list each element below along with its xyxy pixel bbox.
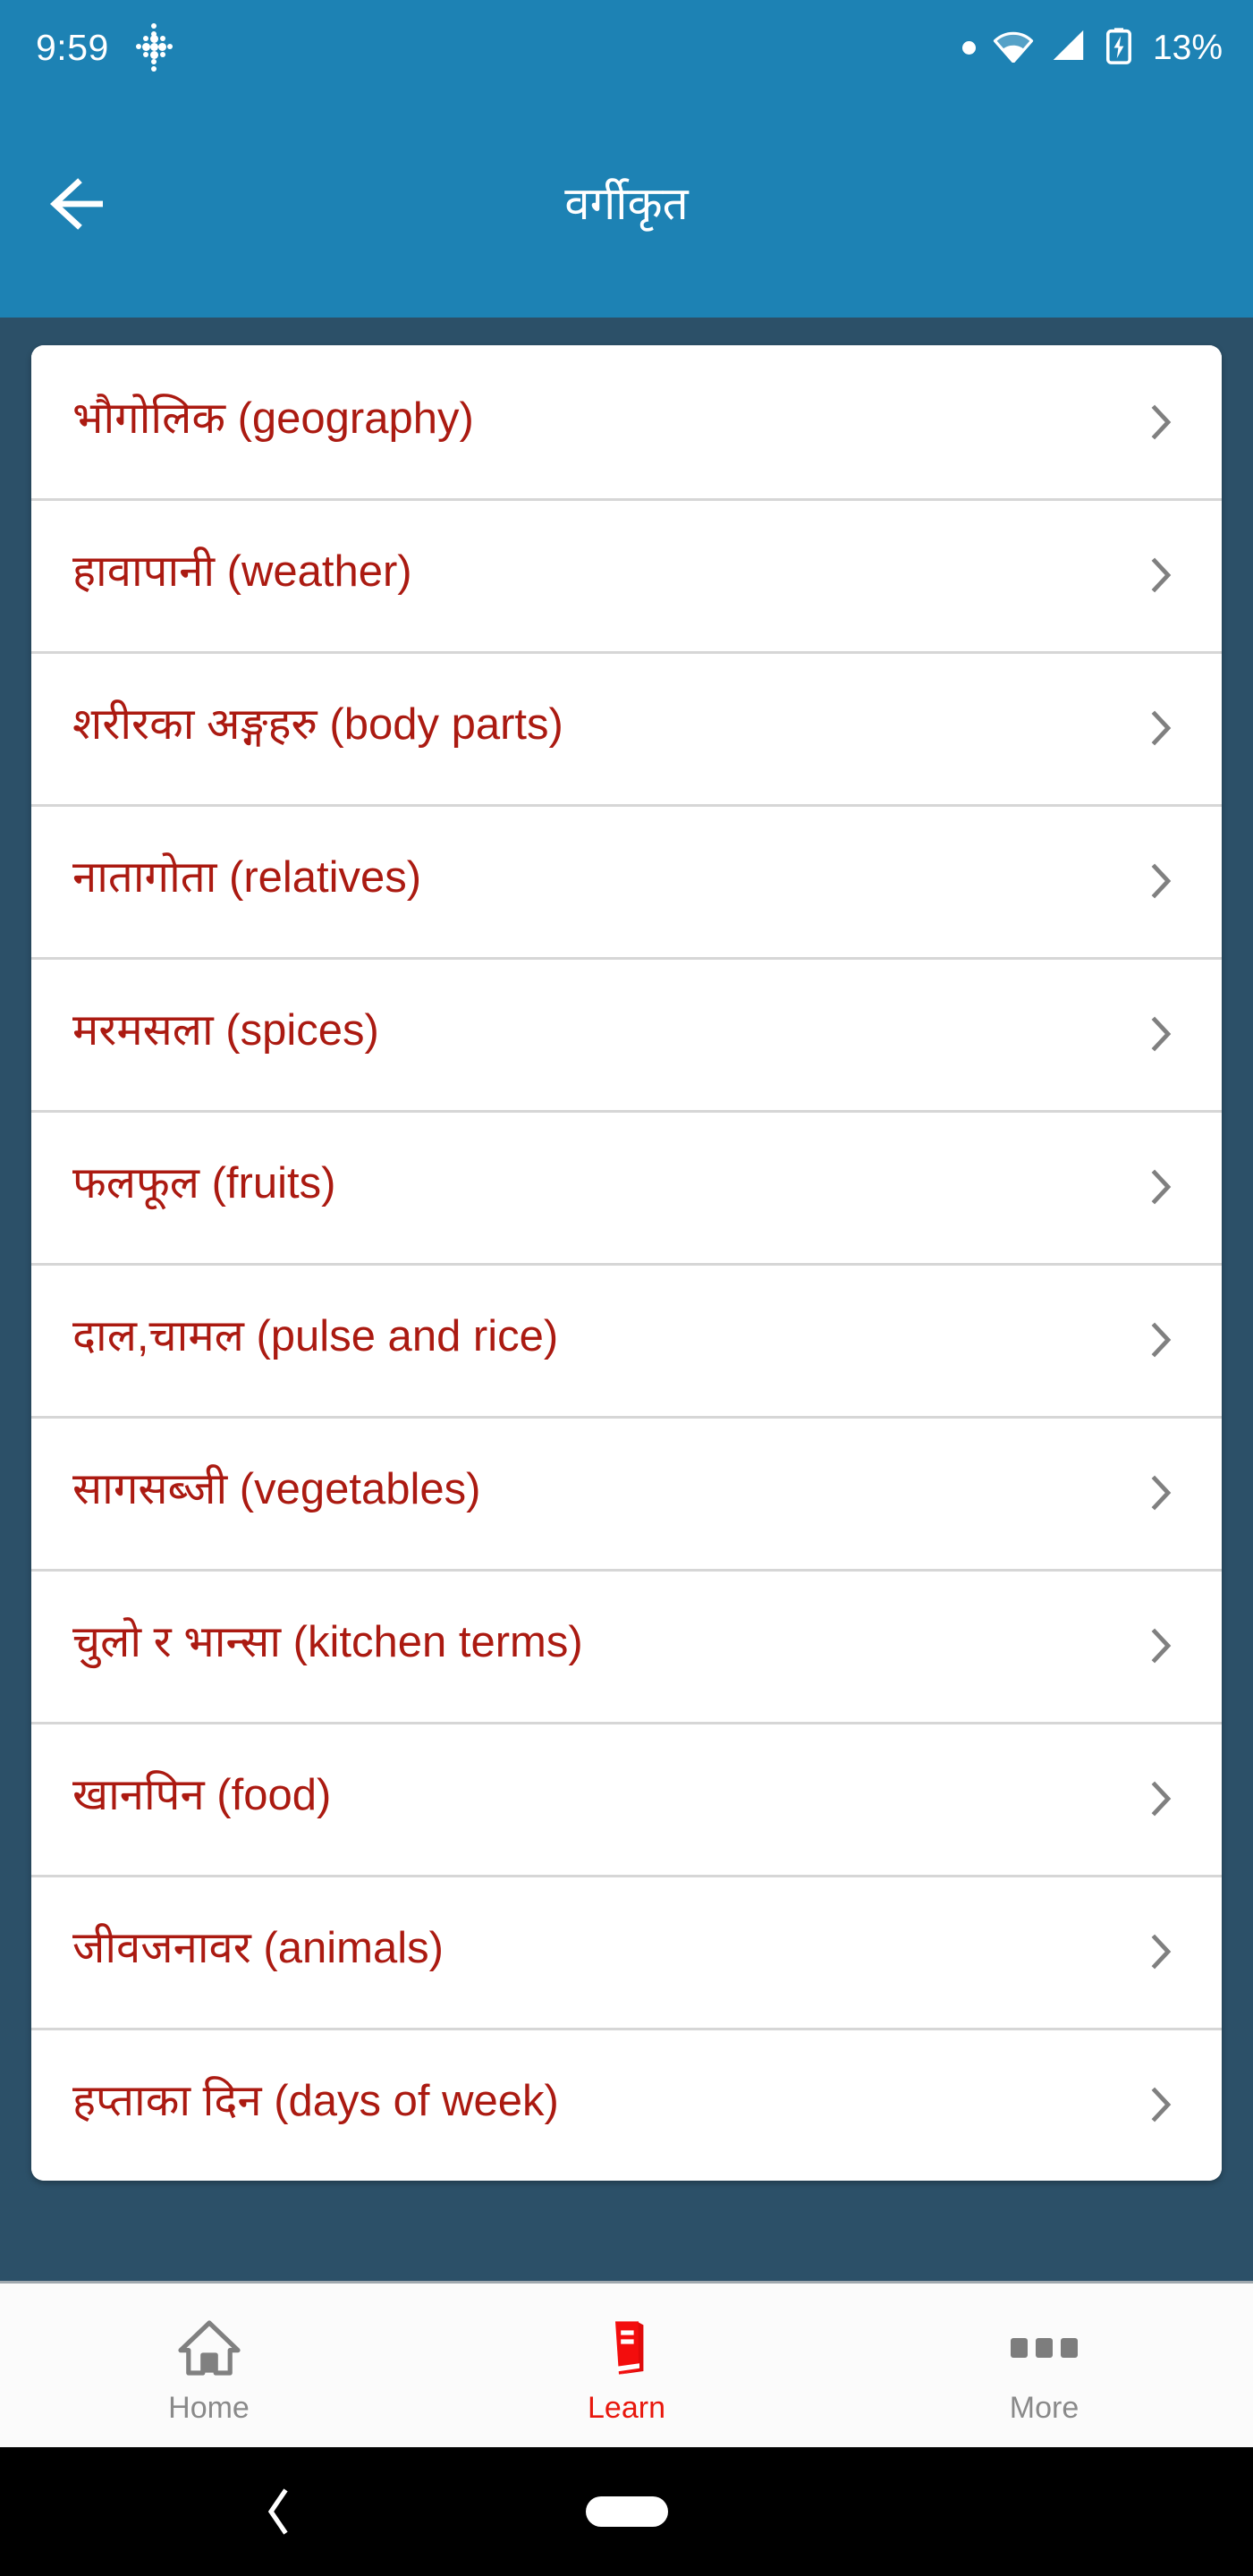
- category-list-item-label: सागसब्जी (vegetables): [72, 1464, 481, 1513]
- chevron-right-icon: [1141, 1932, 1181, 1971]
- more-dots-icon: [1011, 2316, 1078, 2380]
- tab-more-label: More: [1009, 2390, 1079, 2425]
- category-list-item-label: दाल,चामल (pulse and rice): [72, 1311, 559, 1360]
- category-card: भौगोलिक (geography) हावापानी (weather) शरी…: [31, 345, 1222, 2181]
- tab-more[interactable]: More: [835, 2284, 1253, 2447]
- home-pill-icon[interactable]: [585, 2496, 668, 2527]
- cellular-signal-icon: [1051, 29, 1088, 67]
- status-clock: 9:59: [36, 26, 109, 68]
- category-list-item[interactable]: भौगोलिक (geography): [31, 345, 1222, 498]
- dotted-diamond-icon: [134, 23, 174, 72]
- chevron-right-icon: [1141, 402, 1181, 442]
- tab-learn[interactable]: Learn: [418, 2284, 835, 2447]
- battery-charging-icon: [1105, 27, 1132, 69]
- chevron-right-icon: [1141, 708, 1181, 748]
- category-list-item[interactable]: फलफूल (fruits): [31, 1110, 1222, 1263]
- category-list-item[interactable]: सागसब्जी (vegetables): [31, 1416, 1222, 1569]
- book-icon: [595, 2316, 659, 2380]
- category-list-item-label: खानपिन (food): [72, 1770, 332, 1819]
- category-list-item-label: हावापानी (weather): [72, 547, 412, 596]
- battery-percent: 13%: [1152, 28, 1223, 67]
- category-list-item-label: मरमसला (spices): [72, 1005, 379, 1055]
- category-list-item[interactable]: नातागोता (relatives): [31, 804, 1222, 957]
- chevron-right-icon: [1141, 1473, 1181, 1513]
- more-dots-glyph: [1011, 2337, 1078, 2358]
- tab-home-label: Home: [168, 2390, 250, 2425]
- status-dot-icon: [961, 40, 976, 55]
- arrow-left-icon: [47, 176, 114, 236]
- chevron-right-icon: [1141, 1779, 1181, 1818]
- category-list-item[interactable]: दाल,चामल (pulse and rice): [31, 1263, 1222, 1416]
- back-button[interactable]: [38, 164, 123, 250]
- tab-learn-label: Learn: [588, 2390, 665, 2425]
- wifi-icon: [993, 29, 1034, 67]
- category-list-item-label: हप्ताका दिन (days of week): [72, 2076, 559, 2125]
- category-list-item-label: नातागोता (relatives): [72, 852, 422, 902]
- category-list-item[interactable]: शरीरका अङ्गहरु (body parts): [31, 651, 1222, 804]
- chevron-right-icon: [1141, 1626, 1181, 1665]
- chevron-right-icon: [1141, 861, 1181, 901]
- status-bar: 9:59 13%: [0, 0, 1253, 95]
- bottom-tab-bar: Home Learn More: [0, 2281, 1253, 2447]
- system-navigation-bar: [0, 2447, 1253, 2576]
- category-list-item-label: जीवजनावर (animals): [72, 1923, 444, 1972]
- category-list-item-label: भौगोलिक (geography): [72, 394, 474, 443]
- category-list-item[interactable]: चुलो र भान्सा (kitchen terms): [31, 1569, 1222, 1722]
- category-list-item[interactable]: मरमसला (spices): [31, 957, 1222, 1110]
- chevron-right-icon: [1141, 1167, 1181, 1207]
- chevron-right-icon: [1141, 1320, 1181, 1360]
- chevron-right-icon: [1141, 2085, 1181, 2124]
- system-back-icon[interactable]: [250, 2485, 304, 2538]
- category-list-item-label: शरीरका अङ्गहरु (body parts): [72, 699, 563, 749]
- chevron-right-icon: [1141, 555, 1181, 595]
- category-list-item-label: फलफूल (fruits): [72, 1158, 336, 1208]
- app-bar: वर्गीकृत: [0, 95, 1253, 318]
- chevron-right-icon: [1141, 1014, 1181, 1054]
- home-icon: [177, 2316, 241, 2380]
- category-list-item[interactable]: हप्ताका दिन (days of week): [31, 2028, 1222, 2181]
- status-bar-left: 9:59: [36, 23, 174, 72]
- category-list-item[interactable]: जीवजनावर (animals): [31, 1875, 1222, 2028]
- category-list-item[interactable]: खानपिन (food): [31, 1722, 1222, 1875]
- page-title: वर्गीकृत: [564, 178, 689, 230]
- app-screen: 9:59 13% वर्गीकृत भौगोलिक (geography) हा…: [0, 0, 1253, 2576]
- category-list-item-label: चुलो र भान्सा (kitchen terms): [72, 1617, 583, 1666]
- category-list-item[interactable]: हावापानी (weather): [31, 498, 1222, 651]
- status-bar-right: 13%: [961, 27, 1223, 69]
- tab-home[interactable]: Home: [0, 2284, 418, 2447]
